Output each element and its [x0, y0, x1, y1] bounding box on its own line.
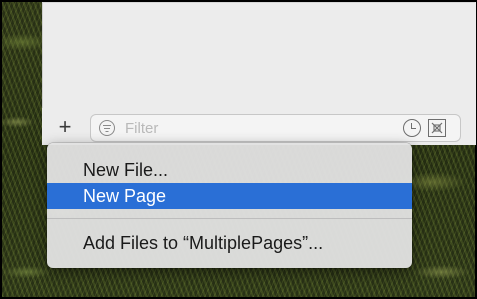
context-menu: New File... New Page Add Files to “Multi… — [47, 143, 412, 268]
menu-item-add-files[interactable]: Add Files to “MultiplePages”... — [47, 230, 412, 256]
screenshot-frame: + Filter New File... New Page Add Files … — [0, 0, 477, 299]
menu-item-new-page[interactable]: New Page — [47, 183, 412, 209]
filter-field[interactable]: Filter — [90, 114, 461, 142]
scope-icon[interactable] — [428, 119, 446, 137]
menu-separator — [47, 218, 412, 219]
filter-icon — [99, 120, 115, 136]
navigator-top-border — [42, 2, 475, 3]
filter-placeholder: Filter — [125, 120, 159, 137]
menu-item-new-file[interactable]: New File... — [47, 157, 412, 183]
add-button[interactable]: + — [54, 116, 76, 138]
clock-icon[interactable] — [403, 119, 421, 137]
